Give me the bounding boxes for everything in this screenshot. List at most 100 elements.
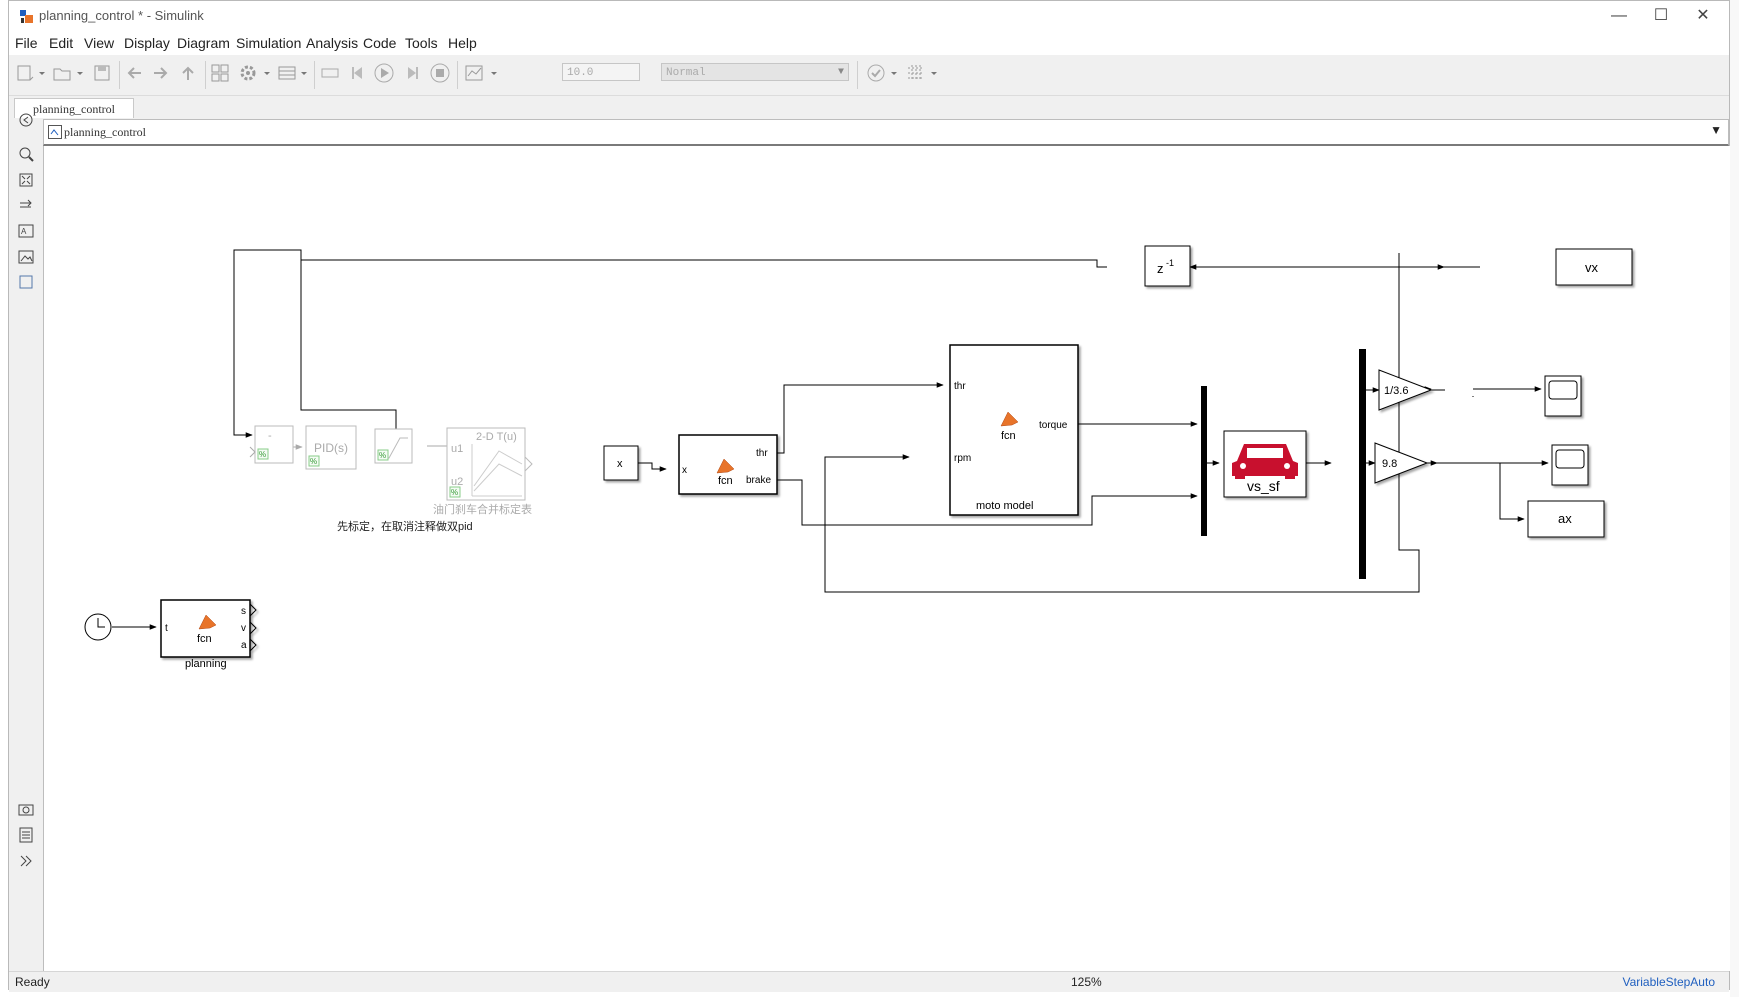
new-model-icon[interactable]	[14, 62, 36, 84]
toolbar: 10.0 Normal ▼	[9, 55, 1729, 96]
chevron-down-icon[interactable]	[75, 62, 85, 84]
window-edge	[1730, 0, 1739, 997]
model-address-bar[interactable]: planning_control ▼	[43, 119, 1729, 146]
menu-simulation[interactable]: Simulation	[236, 35, 301, 51]
delay-z: z	[1157, 261, 1164, 276]
menu-analysis[interactable]: Analysis	[306, 35, 358, 51]
menu-help[interactable]: Help	[448, 35, 477, 51]
vx-label: vx	[1585, 260, 1599, 275]
model-path: planning_control	[64, 125, 146, 139]
menu-tools[interactable]: Tools	[405, 35, 438, 51]
chevron-down-icon[interactable]	[262, 62, 272, 84]
grid-build-icon[interactable]	[905, 62, 927, 84]
step-back-config-icon[interactable]	[319, 62, 341, 84]
planning-caption: planning	[185, 658, 227, 670]
left-palette: A	[9, 113, 43, 971]
run-icon[interactable]	[373, 62, 395, 84]
chevron-down-icon[interactable]	[299, 62, 309, 84]
moto-input-thr: thr	[954, 381, 966, 392]
svg-text:A: A	[21, 227, 27, 236]
gain1-label: 1/3.6	[1384, 385, 1408, 397]
lookup-table-block[interactable]: 2-D T(u) u1 u2 % 油门刹车合并标定表	[433, 427, 533, 516]
arrow-right-icon[interactable]	[18, 197, 34, 213]
minimize-button[interactable]: —	[1599, 4, 1639, 28]
fcn-name: fcn	[718, 475, 733, 487]
library-browser-icon[interactable]	[209, 62, 231, 84]
menu-diagram[interactable]: Diagram	[177, 35, 230, 51]
fcn-input-x: x	[682, 465, 687, 476]
chevron-down-icon[interactable]	[889, 62, 899, 84]
sum-block[interactable]: - %	[249, 425, 294, 464]
area-icon[interactable]	[18, 274, 34, 290]
moto-fcn: fcn	[1001, 430, 1016, 442]
menu-edit[interactable]: Edit	[49, 35, 73, 51]
close-button[interactable]: ✕	[1683, 4, 1723, 28]
menu-display[interactable]: Display	[124, 35, 170, 51]
gain2-label: 9.8	[1382, 458, 1397, 470]
simulation-mode-select[interactable]: Normal ▼	[661, 63, 849, 81]
step-forward-icon[interactable]	[401, 62, 423, 84]
comment-badge-icon: %	[379, 451, 386, 460]
status-bar: Ready 125% VariableStepAuto	[9, 971, 1729, 992]
report-icon[interactable]	[18, 827, 34, 843]
forward-arrow-icon[interactable]	[150, 62, 172, 84]
status-state: Ready	[15, 975, 50, 989]
chevron-down-icon: ▼	[837, 67, 844, 78]
chevron-down-icon[interactable]: ▼	[1710, 123, 1722, 137]
hide-explorer-icon[interactable]	[18, 112, 34, 128]
lookup-title: 2-D T(u)	[476, 431, 517, 443]
mux-bar[interactable]	[1201, 386, 1207, 536]
save-icon[interactable]	[91, 62, 113, 84]
clock-block[interactable]	[84, 613, 112, 641]
camera-icon[interactable]	[18, 801, 34, 817]
fit-to-view-icon[interactable]	[18, 172, 34, 188]
pid-block[interactable]: PID(s) %	[305, 425, 357, 470]
saturation-block[interactable]: %	[374, 428, 413, 464]
simulink-window: planning_control * - Simulink — ☐ ✕ File…	[8, 0, 1731, 992]
chevron-down-icon[interactable]	[489, 62, 499, 84]
block-diagram: - % PID(s) % % 2-D T(u) u1 u2 % 油门刹车合并标定…	[84, 245, 1633, 670]
open-folder-icon[interactable]	[51, 62, 73, 84]
comment-badge-icon: %	[451, 488, 458, 497]
model-tab-strip: planning_control	[9, 96, 1729, 118]
comment-badge-icon: %	[259, 450, 266, 459]
lookup-u2: u2	[451, 476, 463, 488]
menu-file[interactable]: File	[15, 35, 38, 51]
back-arrow-icon[interactable]	[123, 62, 145, 84]
annotation-icon[interactable]: A	[18, 223, 34, 239]
menu-view[interactable]: View	[84, 35, 114, 51]
status-zoom[interactable]: 125%	[1071, 975, 1102, 989]
menu-bar: File Edit View Display Diagram Simulatio…	[9, 31, 1729, 55]
car-icon	[1232, 444, 1298, 479]
chevron-down-icon[interactable]	[929, 62, 939, 84]
maximize-button[interactable]: ☐	[1641, 4, 1681, 28]
x-source-label: x	[617, 458, 623, 470]
lookup-caption: 油门刹车合并标定表	[433, 502, 532, 516]
demux-bar[interactable]	[1359, 349, 1366, 579]
model-canvas[interactable]: - % PID(s) % % 2-D T(u) u1 u2 % 油门刹车合并标定…	[43, 146, 1731, 971]
window-title: planning_control * - Simulink	[39, 8, 204, 23]
ax-label: ax	[1558, 511, 1572, 526]
model-explorer-icon[interactable]	[276, 62, 298, 84]
planning-output-a: a	[241, 640, 247, 651]
step-back-icon[interactable]	[347, 62, 369, 84]
stop-icon[interactable]	[429, 62, 451, 84]
title-bar: planning_control * - Simulink — ☐ ✕	[9, 1, 1729, 31]
menu-code[interactable]: Code	[363, 35, 396, 51]
status-solver-link[interactable]: VariableStepAuto	[1622, 975, 1715, 989]
image-icon[interactable]	[18, 249, 34, 265]
planning-output-v: v	[241, 623, 246, 634]
model-advisor-icon[interactable]	[865, 62, 887, 84]
zoom-icon[interactable]	[18, 146, 34, 162]
up-arrow-icon[interactable]	[177, 62, 199, 84]
stop-time-input[interactable]: 10.0	[562, 63, 640, 81]
lookup-u1: u1	[451, 443, 463, 455]
double-chevron-right-icon[interactable]	[18, 853, 34, 869]
annotation-note: 先标定，在取消注释做双pid	[337, 519, 473, 533]
scope-block-2[interactable]	[1551, 444, 1589, 486]
chevron-down-icon[interactable]	[37, 62, 47, 84]
data-inspector-icon[interactable]	[463, 62, 485, 84]
model-icon	[48, 125, 62, 139]
scope-block-1[interactable]	[1544, 375, 1582, 417]
gear-icon[interactable]	[237, 62, 259, 84]
